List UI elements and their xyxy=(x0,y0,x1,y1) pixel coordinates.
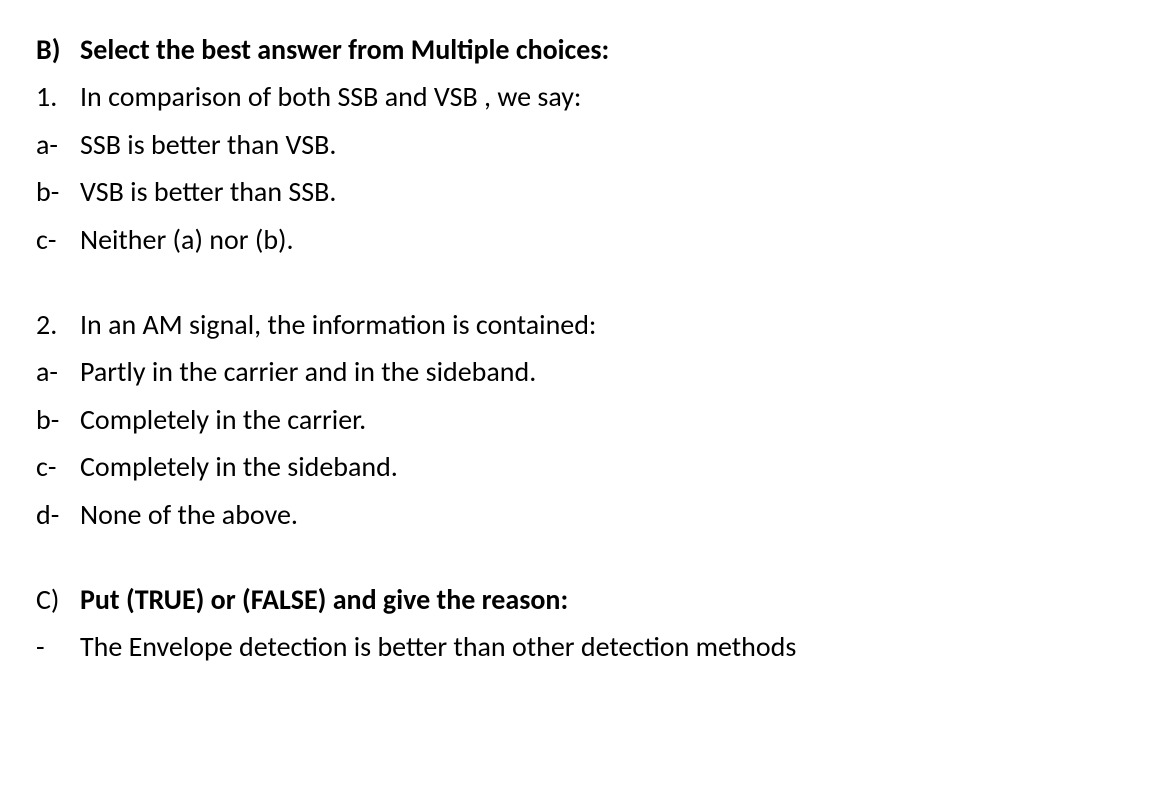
q2-c-marker: c- xyxy=(36,445,80,488)
q2-option-d: d- None of the above. xyxy=(36,493,1140,536)
q1-option-b: b- VSB is better than SSB. xyxy=(36,170,1140,213)
section-c-marker: C) xyxy=(36,578,80,621)
section-b-heading-text: Select the best answer from Multiple cho… xyxy=(80,28,609,71)
section-c-item: - The Envelope detection is better than … xyxy=(36,625,1140,668)
q1-option-a: a- SSB is better than VSB. xyxy=(36,123,1140,166)
q1-a-marker: a- xyxy=(36,123,80,166)
q1-c-marker: c- xyxy=(36,218,80,261)
q1-b-text: VSB is better than SSB. xyxy=(80,170,336,213)
q1-b-marker: b- xyxy=(36,170,80,213)
q2-b-marker: b- xyxy=(36,398,80,441)
q2-marker: 2. xyxy=(36,303,80,346)
section-c-heading-text: Put (TRUE) or (FALSE) and give the reaso… xyxy=(80,578,568,621)
q1-text: In comparison of both SSB and VSB , we s… xyxy=(80,75,581,118)
q2-stem: 2. In an AM signal, the information is c… xyxy=(36,303,1140,346)
q1-a-text: SSB is better than VSB. xyxy=(80,123,336,166)
q1-option-c: c- Neither (a) nor (b). xyxy=(36,218,1140,261)
q2-option-a: a- Partly in the carrier and in the side… xyxy=(36,350,1140,393)
q1-stem: 1. In comparison of both SSB and VSB , w… xyxy=(36,75,1140,118)
q2-b-text: Completely in the carrier. xyxy=(80,398,366,441)
gap-2 xyxy=(36,540,1140,578)
q1-marker: 1. xyxy=(36,75,80,118)
q2-d-text: None of the above. xyxy=(80,493,298,536)
q2-option-c: c- Completely in the sideband. xyxy=(36,445,1140,488)
q2-d-marker: d- xyxy=(36,493,80,536)
section-c-item-text: The Envelope detection is better than ot… xyxy=(80,625,796,668)
q2-c-text: Completely in the sideband. xyxy=(80,445,398,488)
q2-a-marker: a- xyxy=(36,350,80,393)
q1-c-text: Neither (a) nor (b). xyxy=(80,218,294,261)
q2-a-text: Partly in the carrier and in the sideban… xyxy=(80,350,536,393)
gap-1 xyxy=(36,265,1140,303)
q2-option-b: b- Completely in the carrier. xyxy=(36,398,1140,441)
section-c-item-marker: - xyxy=(36,625,80,668)
section-c-heading: C) Put (TRUE) or (FALSE) and give the re… xyxy=(36,578,1140,621)
q2-text: In an AM signal, the information is cont… xyxy=(80,303,596,346)
section-b-marker: B) xyxy=(36,28,80,71)
section-b-heading: B) Select the best answer from Multiple … xyxy=(36,28,1140,71)
